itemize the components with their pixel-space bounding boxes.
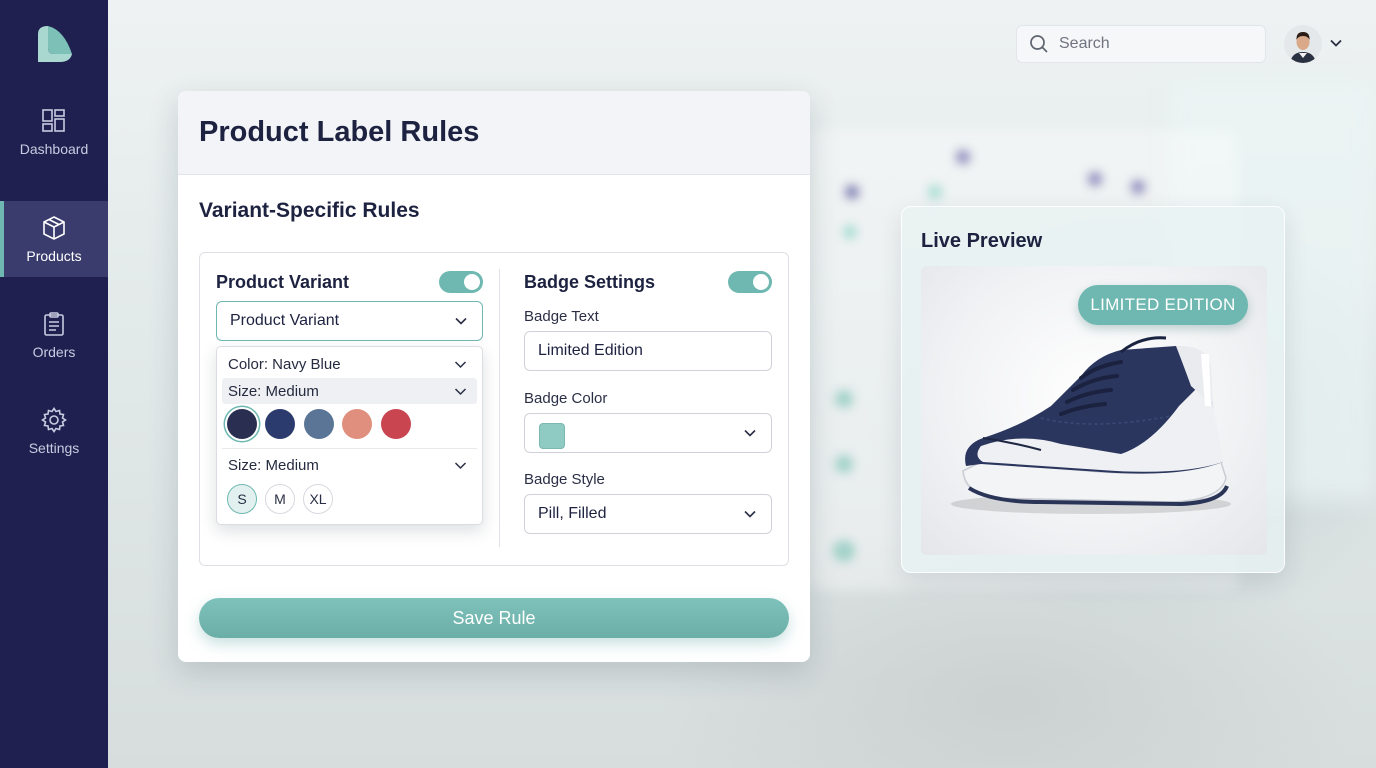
- sidebar-item-orders[interactable]: Orders: [0, 297, 108, 373]
- card-header: Product Label Rules: [178, 91, 810, 175]
- color-swatch-blue[interactable]: [265, 409, 295, 439]
- product-preview-image: LIMITED EDITION: [921, 266, 1267, 555]
- sidebar-item-products[interactable]: Products: [0, 201, 108, 277]
- size-option-xl[interactable]: XL: [303, 484, 333, 514]
- box-icon: [43, 216, 65, 240]
- size-option-s[interactable]: S: [227, 484, 257, 514]
- menu-item-size-highlighted[interactable]: Size: Medium: [222, 378, 477, 404]
- clipboard-icon: [44, 312, 64, 336]
- live-preview-panel: Live Preview LIMITED EDITION: [901, 206, 1285, 573]
- badge-text-input[interactable]: [524, 331, 772, 371]
- search-input[interactable]: [1059, 35, 1249, 53]
- badge-style-select[interactable]: Pill, Filled: [524, 494, 772, 534]
- select-value: Pill, Filled: [538, 505, 607, 522]
- sidebar-item-label: Dashboard: [19, 141, 89, 157]
- badge-style-label: Badge Style: [524, 471, 605, 488]
- size-option-m[interactable]: M: [265, 484, 295, 514]
- badge-color-label: Badge Color: [524, 390, 608, 407]
- column-divider: [499, 269, 500, 547]
- select-value: Product Variant: [230, 312, 340, 329]
- sidebar-item-dashboard[interactable]: Dashboard: [0, 94, 108, 170]
- menu-item-size[interactable]: Size: Medium: [222, 452, 477, 478]
- product-label-rules-card: Product Label Rules Variant-Specific Rul…: [178, 91, 810, 662]
- chevron-down-icon: [744, 510, 756, 518]
- avatar[interactable]: [1284, 25, 1322, 63]
- search-bar[interactable]: [1016, 25, 1266, 63]
- chevron-down-icon: [455, 317, 467, 325]
- sidebar: Dashboard Products Orders Settings: [0, 0, 108, 768]
- menu-divider: [222, 448, 477, 449]
- search-icon: [1030, 35, 1048, 53]
- check-icon: [454, 388, 467, 396]
- user-avatar-icon: [1284, 25, 1322, 63]
- dashboard-icon: [42, 109, 65, 132]
- chevron-down-icon: [454, 361, 467, 369]
- sidebar-item-label: Settings: [28, 440, 80, 456]
- page-title: Product Label Rules: [199, 116, 480, 148]
- color-swatch-slate[interactable]: [304, 409, 334, 439]
- preview-badge: LIMITED EDITION: [1078, 285, 1248, 325]
- menu-item-label: Size: Medium: [228, 382, 319, 400]
- gear-icon: [41, 407, 67, 433]
- menu-item-label: Color: Navy Blue: [228, 355, 341, 373]
- sidebar-item-label: Orders: [32, 344, 76, 360]
- color-swatch-salmon[interactable]: [342, 409, 372, 439]
- sidebar-item-label: Products: [26, 248, 82, 264]
- preview-title: Live Preview: [921, 230, 1043, 252]
- chevron-down-icon[interactable]: [1329, 36, 1343, 50]
- product-variant-toggle[interactable]: [439, 271, 483, 293]
- badge-settings-label: Badge Settings: [524, 272, 656, 292]
- chevron-down-icon: [744, 429, 756, 437]
- sidebar-item-settings[interactable]: Settings: [0, 393, 108, 469]
- section-title: Variant-Specific Rules: [199, 199, 420, 222]
- menu-item-label: Size: Medium: [228, 456, 319, 474]
- color-swatch-navy[interactable]: [227, 409, 257, 439]
- product-variant-select[interactable]: Product Variant: [216, 301, 483, 341]
- rules-panel: Product Variant Product Variant Color: N…: [199, 252, 789, 566]
- product-variant-label: Product Variant: [216, 272, 350, 292]
- color-swatch-red[interactable]: [381, 409, 411, 439]
- chevron-down-icon: [454, 462, 467, 470]
- badge-text-label: Badge Text: [524, 308, 599, 325]
- badge-settings-toggle[interactable]: [728, 271, 772, 293]
- app-logo-icon[interactable]: [34, 24, 74, 64]
- menu-item-color[interactable]: Color: Navy Blue: [222, 351, 477, 377]
- badge-color-select[interactable]: [524, 413, 772, 453]
- save-rule-button[interactable]: Save Rule: [199, 598, 789, 638]
- badge-color-chip: [539, 423, 565, 449]
- variant-dropdown-menu: Color: Navy Blue Size: Medium Size: Medi…: [216, 346, 483, 525]
